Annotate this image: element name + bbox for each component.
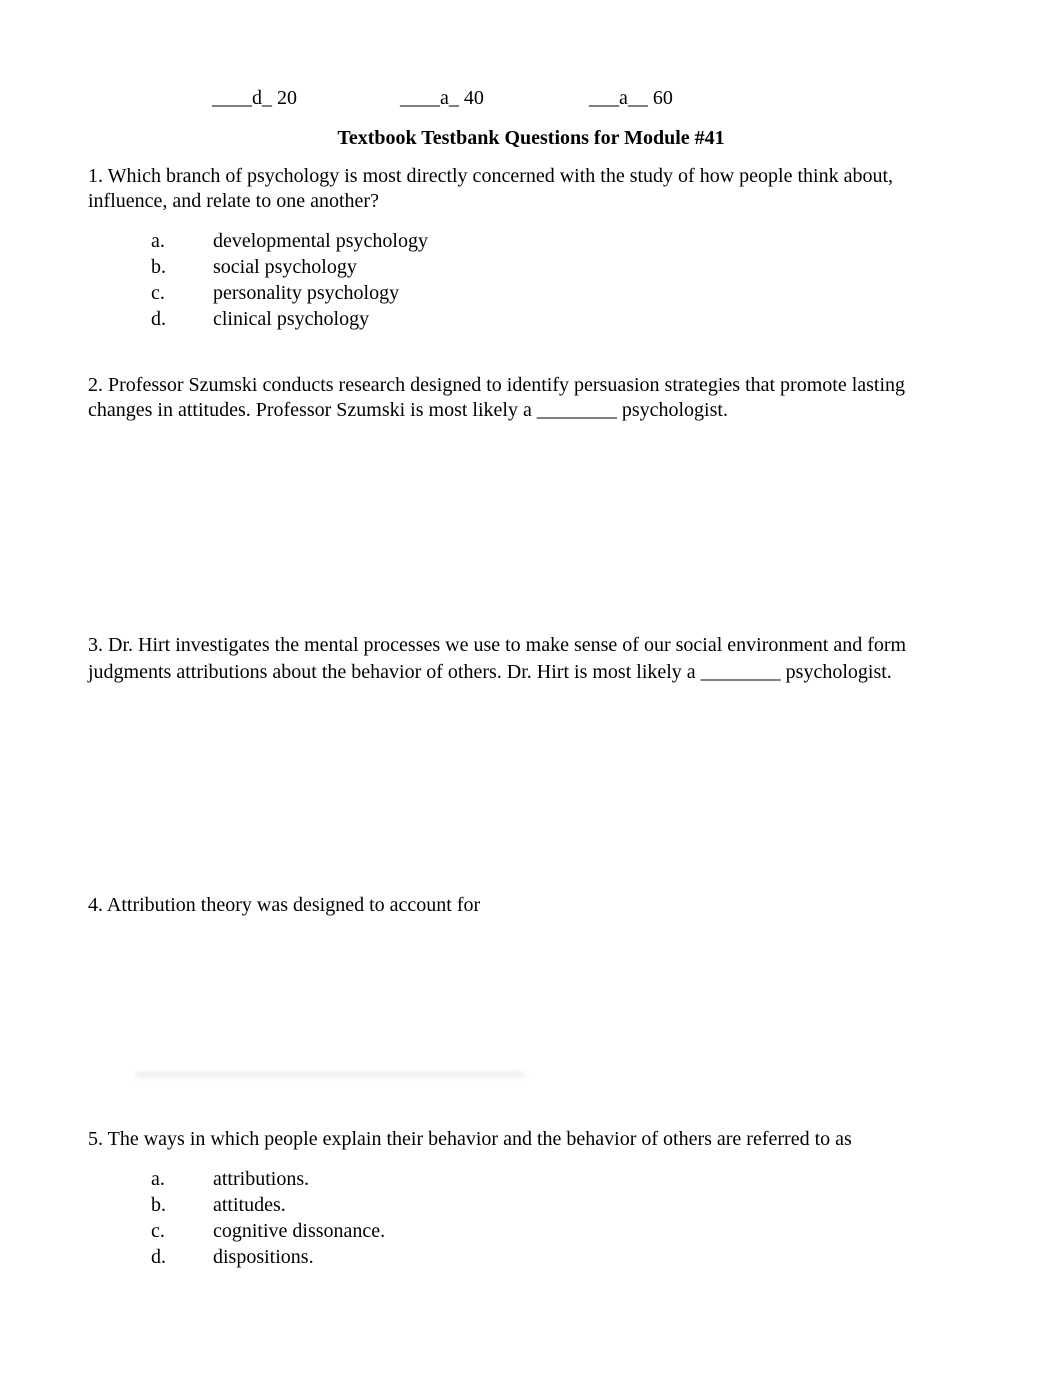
answer-key-60: ___a__ 60	[589, 86, 673, 110]
page-title: Textbook Testbank Questions for Module #…	[337, 127, 725, 149]
question-5-text: 5. The ways in which people explain thei…	[88, 1128, 852, 1150]
option-letter: b.	[151, 256, 166, 278]
option-b: b. social psychology	[151, 254, 428, 280]
option-text: personality psychology	[213, 282, 400, 304]
option-letter: d.	[151, 308, 166, 330]
option-letter: b.	[151, 1194, 166, 1216]
option-letter: c.	[151, 1220, 165, 1242]
option-c: c. personality psychology	[151, 280, 428, 306]
question-1-options: a. developmental psychology b. social ps…	[151, 228, 428, 332]
answer-key-40: ____a_ 40	[400, 86, 484, 110]
option-text: attitudes.	[213, 1194, 286, 1216]
option-text: cognitive dissonance.	[213, 1220, 386, 1242]
answer-blank: ____d_	[212, 87, 272, 109]
option-letter: a.	[151, 230, 165, 252]
option-c: c. cognitive dissonance.	[151, 1218, 385, 1244]
option-letter: d.	[151, 1246, 166, 1268]
answer-blank: ____a_	[400, 87, 459, 109]
blurred-redaction	[135, 1070, 525, 1080]
answer-number: 40	[463, 87, 484, 109]
option-text: attributions.	[213, 1168, 310, 1190]
answer-number: 20	[277, 87, 297, 109]
question-4-text: 4. Attribution theory was designed to ac…	[88, 894, 481, 916]
option-d: d. clinical psychology	[151, 306, 428, 332]
answer-blank: ___a__	[589, 87, 648, 109]
option-b: b. attitudes.	[151, 1192, 385, 1218]
option-text: dispositions.	[213, 1246, 314, 1268]
question-1-text: 1. Which branch of psychology is most di…	[88, 165, 894, 212]
option-text: social psychology	[213, 256, 357, 278]
option-text: clinical psychology	[213, 308, 370, 330]
answer-number: 60	[652, 87, 673, 109]
option-text: developmental psychology	[213, 230, 428, 252]
option-a: a. attributions.	[151, 1166, 385, 1192]
question-3-text: 3. Dr. Hirt investigates the mental proc…	[88, 634, 907, 683]
option-d: d. dispositions.	[151, 1244, 385, 1270]
option-a: a. developmental psychology	[151, 228, 428, 254]
option-letter: a.	[151, 1168, 165, 1190]
option-letter: c.	[151, 282, 165, 304]
answer-key-20: ____d_ 20	[212, 86, 297, 110]
question-5-options: a. attributions. b. attitudes. c. cognit…	[151, 1166, 385, 1270]
question-2-text: 2. Professor Szumski conducts research d…	[88, 374, 906, 421]
